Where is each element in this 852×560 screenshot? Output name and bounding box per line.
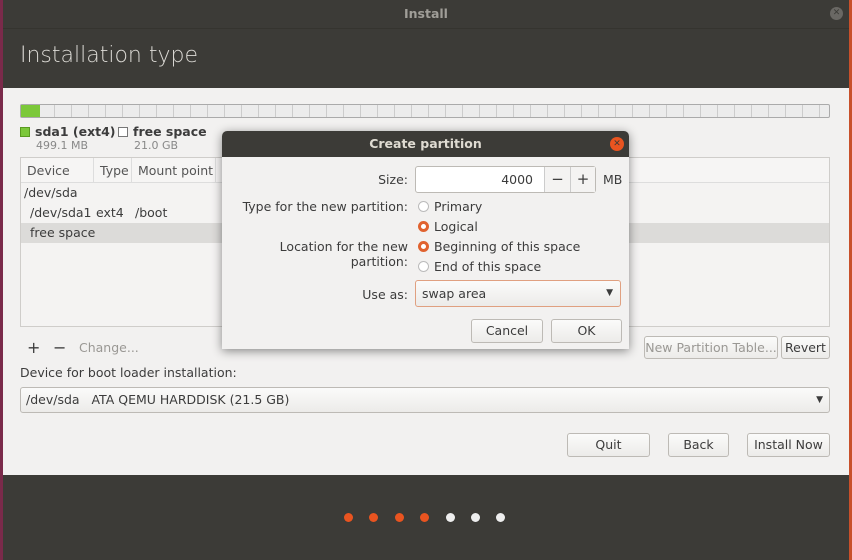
- decrement-button[interactable]: −: [544, 167, 570, 192]
- cell-mount: /boot: [135, 205, 168, 220]
- progress-dot-done: [369, 513, 378, 522]
- progress-dot-done: [344, 513, 353, 522]
- dropdown-arrow-icon: ▼: [816, 395, 823, 405]
- partition-bar-sda1: [21, 105, 40, 117]
- radio-beginning[interactable]: [418, 241, 429, 252]
- radio-primary-label[interactable]: Primary: [434, 199, 482, 214]
- use-as-select[interactable]: swap area ▼: [415, 280, 621, 307]
- cell-device: /dev/sda: [24, 185, 78, 200]
- legend-label: free space: [133, 124, 207, 139]
- page-title: Installation type: [20, 43, 198, 68]
- window-title: Install: [404, 6, 448, 21]
- progress-dot-pending: [496, 513, 505, 522]
- ok-button[interactable]: OK: [551, 319, 622, 343]
- radio-logical[interactable]: [418, 221, 429, 232]
- legend-size: 21.0 GB: [134, 139, 179, 152]
- quit-button[interactable]: Quit: [567, 433, 650, 457]
- title-bar: Install ✕: [3, 0, 849, 28]
- column-device[interactable]: Device: [21, 158, 94, 183]
- bootloader-device-select[interactable]: /dev/sda ATA QEMU HARDDISK (21.5 GB) ▼: [20, 387, 830, 413]
- partition-bar: [20, 104, 830, 118]
- legend-size: 499.1 MB: [36, 139, 89, 152]
- progress-dot-done: [420, 513, 429, 522]
- new-partition-table-button[interactable]: New Partition Table...: [644, 336, 778, 359]
- use-as-value: swap area: [422, 286, 487, 301]
- radio-end[interactable]: [418, 261, 429, 272]
- close-window-icon[interactable]: ✕: [830, 7, 843, 20]
- bootloader-value: /dev/sda ATA QEMU HARDDISK (21.5 GB): [26, 392, 290, 407]
- dropdown-arrow-icon: ▼: [606, 288, 613, 298]
- legend-label: sda1 (ext4): [35, 124, 116, 139]
- remove-partition-button[interactable]: −: [53, 338, 66, 357]
- create-partition-dialog: Create partition ✕ Size: 4000 − + MB Typ…: [222, 131, 629, 349]
- change-button[interactable]: Change...: [79, 340, 139, 355]
- radio-logical-label[interactable]: Logical: [434, 219, 478, 234]
- back-button[interactable]: Back: [668, 433, 729, 457]
- progress-dot-pending: [446, 513, 455, 522]
- size-input[interactable]: 4000: [501, 172, 533, 187]
- header: Installation type: [3, 28, 849, 88]
- progress-dot-done: [395, 513, 404, 522]
- increment-button[interactable]: +: [570, 167, 595, 192]
- legend-free: free space 21.0 GB: [118, 124, 207, 152]
- revert-button[interactable]: Revert: [781, 336, 830, 359]
- progress-dot-pending: [471, 513, 480, 522]
- size-unit: MB: [603, 172, 623, 187]
- radio-beginning-label[interactable]: Beginning of this space: [434, 239, 580, 254]
- white-swatch-icon: [118, 127, 128, 137]
- dialog-title: Create partition: [369, 136, 482, 151]
- cancel-button[interactable]: Cancel: [471, 319, 543, 343]
- cell-device: /dev/sda1: [30, 205, 92, 220]
- bootloader-label: Device for boot loader installation:: [20, 365, 237, 380]
- size-label: Size:: [378, 172, 408, 187]
- green-swatch-icon: [20, 127, 30, 137]
- legend-sda1: sda1 (ext4) 499.1 MB: [20, 124, 116, 152]
- cell-device: free space: [30, 225, 96, 240]
- location-label: Location for the new partition:: [279, 239, 408, 269]
- use-as-label: Use as:: [362, 287, 408, 302]
- close-dialog-icon[interactable]: ✕: [610, 137, 624, 151]
- install-now-button[interactable]: Install Now: [747, 433, 830, 457]
- column-mount[interactable]: Mount point: [132, 158, 216, 183]
- radio-primary[interactable]: [418, 201, 429, 212]
- add-partition-button[interactable]: +: [27, 338, 40, 357]
- progress-footer: [3, 475, 849, 560]
- dialog-title-bar: Create partition ✕: [222, 131, 629, 157]
- size-spinbox: 4000 − +: [415, 166, 596, 193]
- radio-end-label[interactable]: End of this space: [434, 259, 541, 274]
- type-label: Type for the new partition:: [242, 199, 408, 214]
- column-type[interactable]: Type: [94, 158, 132, 183]
- cell-type: ext4: [96, 205, 124, 220]
